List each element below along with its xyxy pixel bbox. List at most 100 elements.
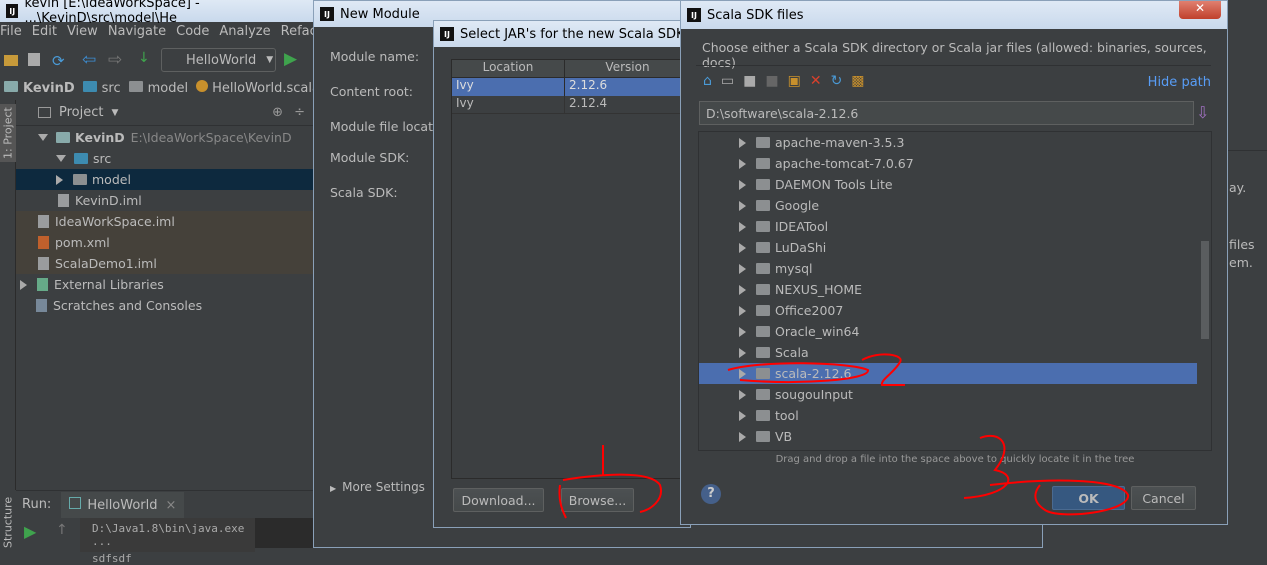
ok-button[interactable]: OK [1052,486,1125,510]
rerun-icon[interactable]: ▶ [24,522,36,541]
browse-button[interactable]: Browse... [561,488,634,512]
intellij-logo-icon: IJ [687,8,701,22]
locate-icon[interactable]: ⊕ [272,105,283,120]
folder-label: NEXUS_HOME [775,282,863,297]
file-chooser-toolbar: ⌂ ▭ ■ ■ ▣ ✕ ↻ ▩ [703,73,865,89]
close-icon[interactable]: × [166,498,177,513]
help-button[interactable]: ? [701,484,721,504]
save-icon[interactable] [28,53,40,66]
menu-analyze[interactable]: Analyze [219,24,270,44]
folder-label: mysql [775,261,813,276]
table-row[interactable]: Ivy 2.12.6 [452,78,690,96]
text-fragment: files [1229,237,1255,252]
tree-item-external-libraries[interactable]: External Libraries [16,274,313,295]
folder-item[interactable]: LuDaShi [699,237,1197,258]
menu-edit[interactable]: Edit [32,24,57,44]
tree-item-kevind-iml[interactable]: KevinD.iml [16,190,313,211]
forward-icon[interactable]: ⇨ [108,50,122,70]
project-icon [38,107,51,118]
tree-item-ideaworkspace-iml[interactable]: IdeaWorkSpace.iml [16,211,313,232]
run-config-select[interactable]: HelloWorld ▼ [161,48,276,72]
breadcrumb-model[interactable]: model [148,81,188,96]
menu-bar: File Edit View Navigate Code Analyze Refacto [0,24,340,44]
folder-label: VB [775,429,793,444]
run-icon[interactable]: ▶ [284,49,297,69]
hide-path-link[interactable]: Hide path [1148,75,1211,90]
structure-tool-tab[interactable]: Structure [0,492,16,548]
more-settings-toggle[interactable]: ▶ More Settings [330,480,425,494]
intellij-logo-icon: IJ [6,4,19,18]
chevron-down-icon[interactable]: ▼ [111,108,118,118]
folder-item[interactable]: Google [699,195,1197,216]
folder-item[interactable]: mysql [699,258,1197,279]
new-folder-icon[interactable]: ▣ [788,73,801,89]
folder-label: IDEATool [775,219,829,234]
refresh-icon[interactable]: ↻ [831,73,843,89]
run-panel-header: Run: HelloWorld × [16,490,313,518]
tree-item-scratches[interactable]: Scratches and Consoles [16,295,313,316]
module-folder-icon[interactable]: ■ [765,73,778,89]
folder-item[interactable]: IDEATool [699,216,1197,237]
tree-item-src[interactable]: src [16,148,313,169]
breadcrumb-src[interactable]: src [102,81,121,96]
text-fragment: em. [1229,255,1253,270]
project-folder-icon[interactable]: ■ [743,73,756,89]
folder-item[interactable]: VB [699,426,1197,447]
tree-item-kevind[interactable]: KevinD E:\IdeaWorkSpace\KevinD [16,127,313,148]
home-icon[interactable]: ⌂ [703,73,712,89]
drag-drop-hint: Drag and drop a file into the space abov… [775,454,1135,465]
path-history-icon[interactable]: ⇩ [1196,103,1209,122]
folder-item[interactable]: Oracle_win64 [699,321,1197,342]
module-file-location-label: Module file locatio [330,119,445,134]
tree-scrollbar[interactable] [1201,241,1209,339]
tree-item-model[interactable]: model [16,169,313,190]
folder-item[interactable]: scala-2.12.6 [699,363,1197,384]
folder-item[interactable]: Scala [699,342,1197,363]
jars-table: Location Version Ivy 2.12.6 Ivy 2.12.4 [451,59,691,479]
column-header-location[interactable]: Location [452,60,565,77]
menu-file[interactable]: File [0,24,22,44]
column-header-version[interactable]: Version [565,60,690,77]
breadcrumb-kevind[interactable]: KevinD [23,81,75,96]
collapse-icon[interactable]: ÷ [294,105,305,120]
folder-label: sougouInput [775,387,853,402]
module-name-label: Module name: [330,49,420,64]
folder-item[interactable]: DAEMON Tools Lite [699,174,1197,195]
scroll-up-icon[interactable]: ↑ [56,522,68,538]
tree-item-scalademo1-iml[interactable]: ScalaDemo1.iml [16,253,313,274]
sync-icon[interactable]: ⟳ [52,52,65,70]
build-icon[interactable]: ↓ [138,50,150,66]
folder-label: scala-2.12.6 [775,366,852,381]
folder-item[interactable]: tool [699,405,1197,426]
delete-icon[interactable]: ✕ [810,73,822,89]
close-button[interactable]: ✕ [1179,1,1221,19]
folder-label: Oracle_win64 [775,324,860,339]
cancel-button[interactable]: Cancel [1131,486,1196,510]
menu-view[interactable]: View [67,24,98,44]
project-tool-tab[interactable]: 1: Project [0,104,16,162]
folder-item[interactable]: apache-tomcat-7.0.67 [699,153,1197,174]
tree-item-pom-xml[interactable]: pom.xml [16,232,313,253]
download-button[interactable]: Download... [453,488,544,512]
toolbar: ⟳ ⇦ ⇨ ↓ HelloWorld ▼ ▶ [0,46,320,74]
show-hidden-icon[interactable]: ▩ [851,73,864,89]
folder-item[interactable]: apache-maven-3.5.3 [699,132,1197,153]
breadcrumb-file[interactable]: HelloWorld.scala [212,81,320,96]
menu-code[interactable]: Code [176,24,209,44]
folder-item[interactable]: NEXUS_HOME [699,279,1197,300]
folder-label: apache-maven-3.5.3 [775,135,905,150]
intellij-logo-icon: IJ [440,27,454,41]
folder-item[interactable]: sougouInput [699,384,1197,405]
run-tab-helloworld[interactable]: HelloWorld × [61,491,185,518]
path-input-field[interactable]: D:\software\scala-2.12.6 [699,101,1194,125]
desktop-icon[interactable]: ▭ [721,73,734,89]
select-jars-dialog: IJ Select JAR's for the new Scala SDK Loc… [433,20,691,528]
open-folder-icon[interactable] [4,55,18,66]
back-icon[interactable]: ⇦ [82,50,96,70]
module-sdk-label: Module SDK: [330,150,410,165]
table-row[interactable]: Ivy 2.12.4 [452,96,690,114]
project-view-select[interactable]: Project [59,105,103,120]
console-output[interactable]: D:\Java1.8\bin\java.exe ... sdfsdf [80,518,313,565]
menu-navigate[interactable]: Navigate [108,24,166,44]
folder-item[interactable]: Office2007 [699,300,1197,321]
